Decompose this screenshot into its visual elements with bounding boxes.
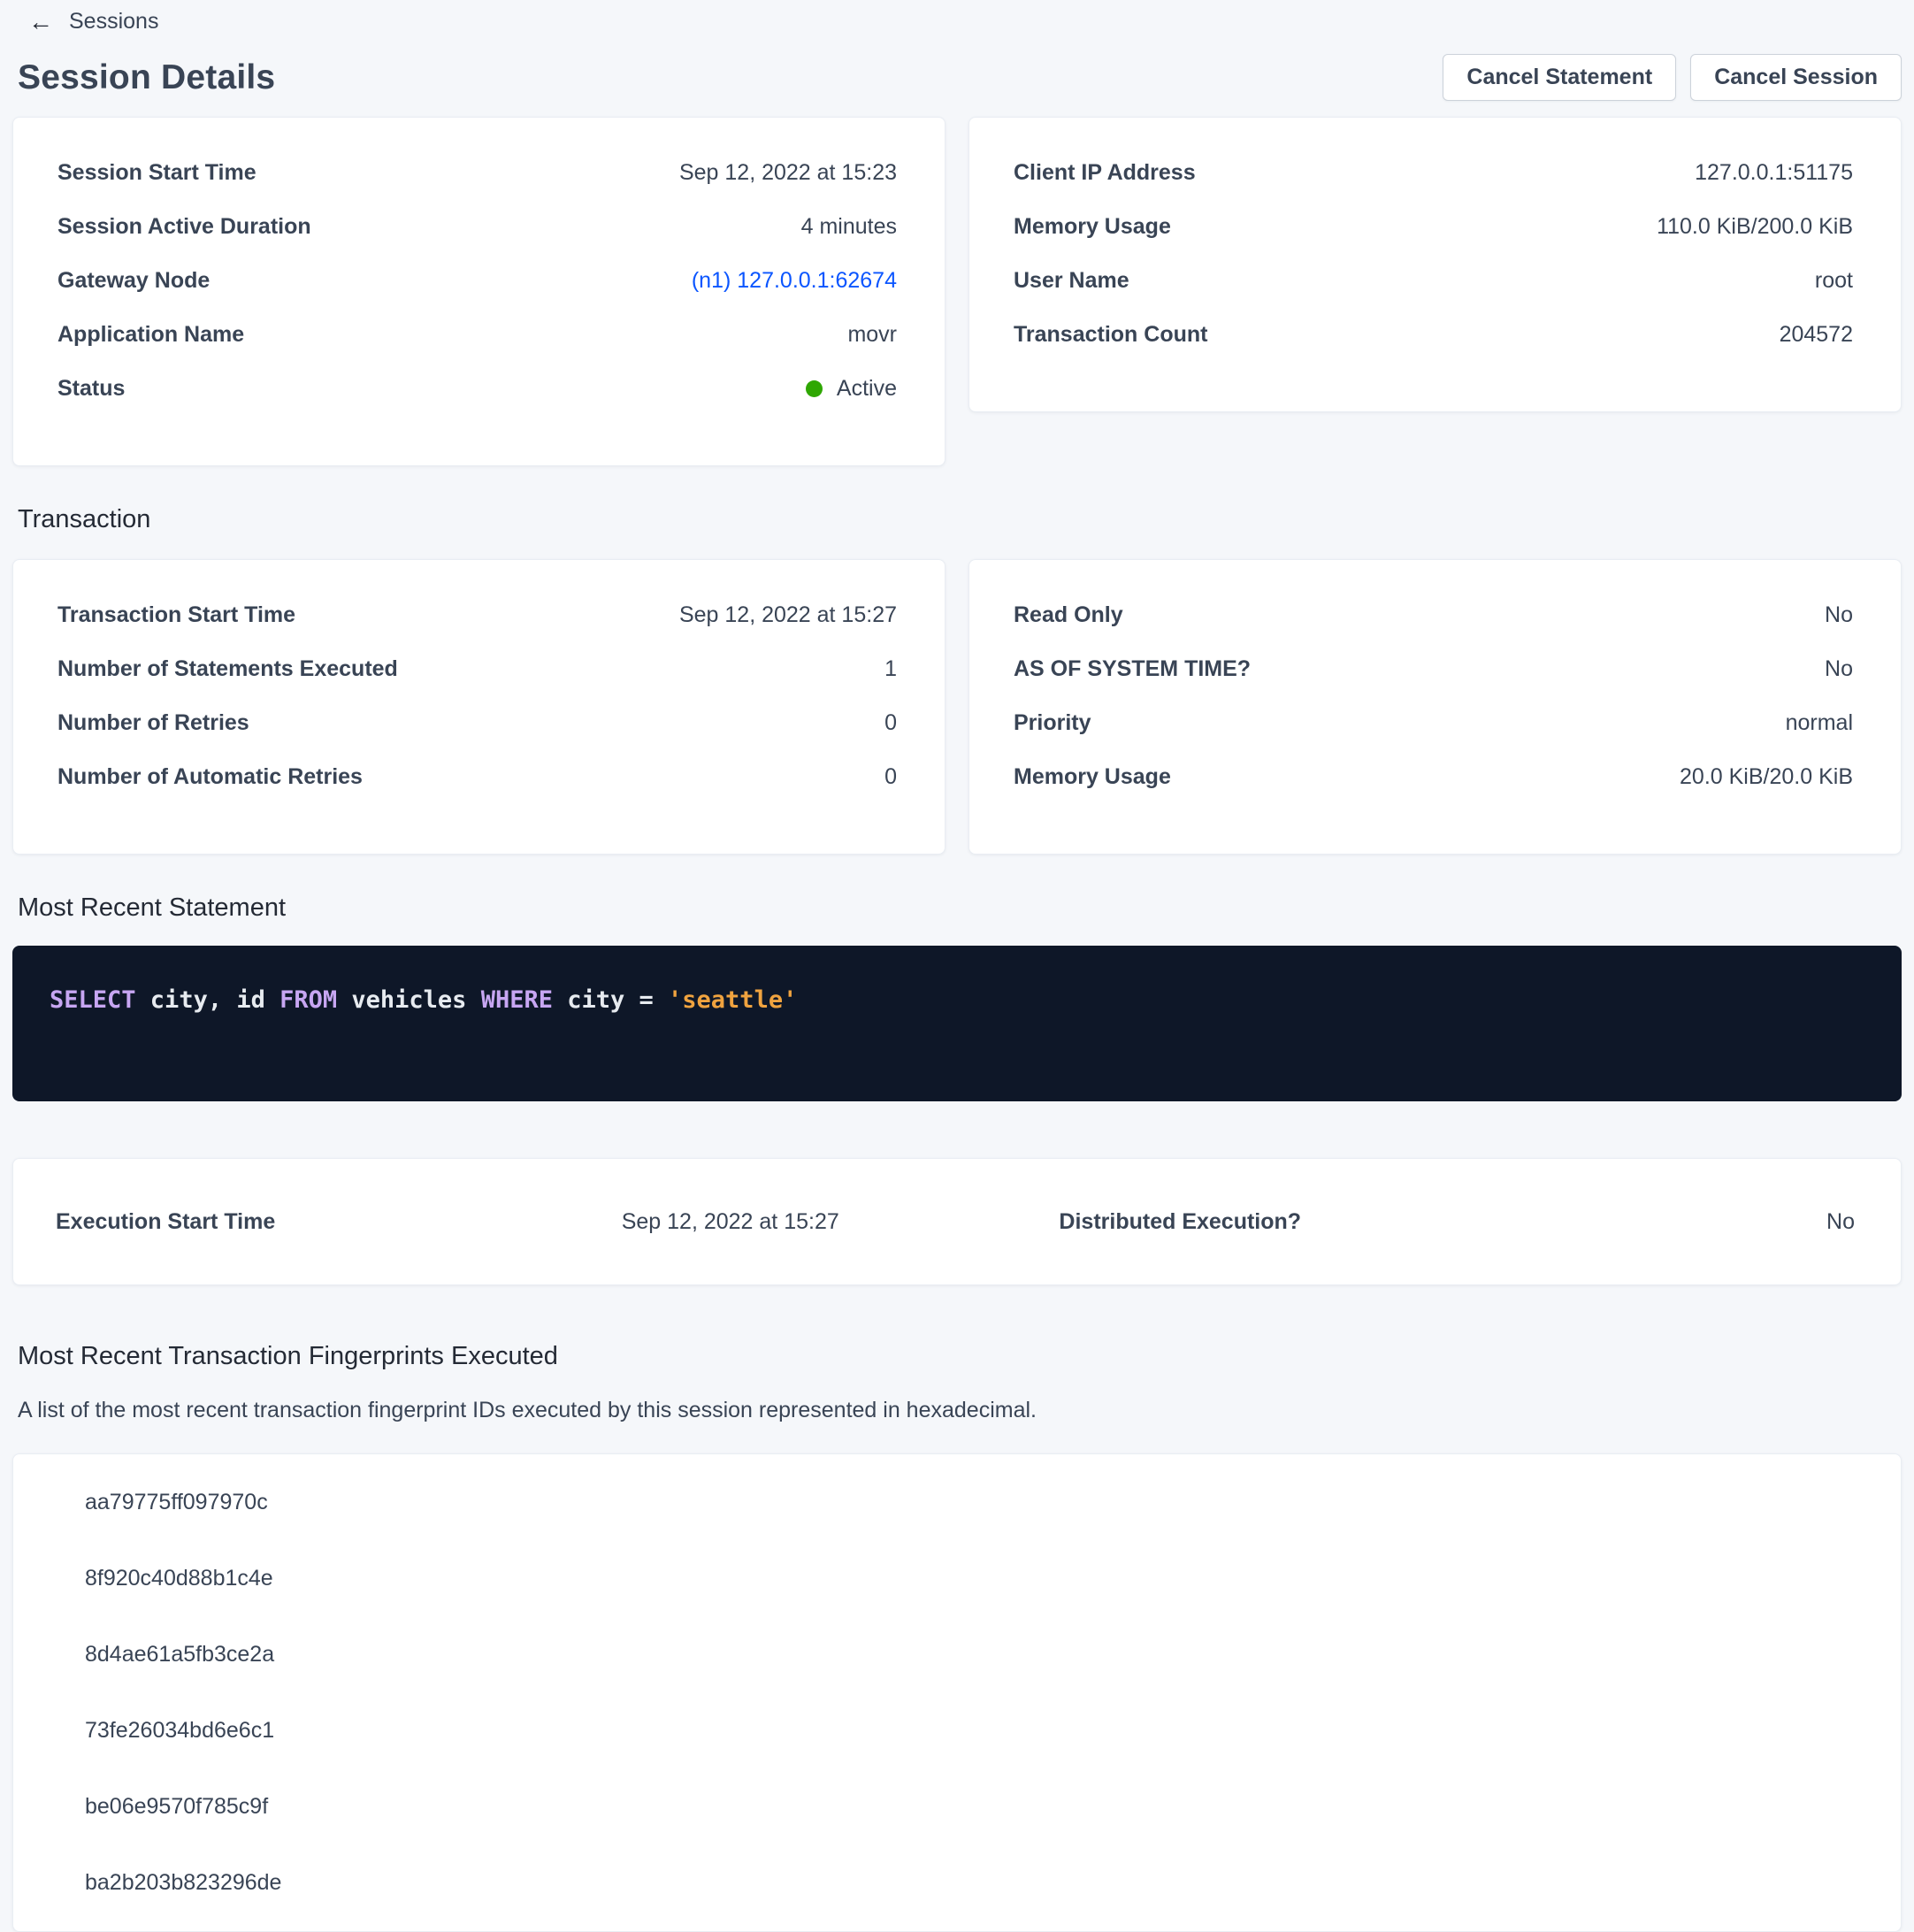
summary-row: Session Start Time Sep 12, 2022 at 15:23 xyxy=(57,146,897,200)
summary-row: Number of Statements Executed 1 xyxy=(57,642,897,696)
row-label: AS OF SYSTEM TIME? xyxy=(1014,656,1251,682)
summary-row: Number of Automatic Retries 0 xyxy=(57,750,897,804)
most-recent-statement-heading: Most Recent Statement xyxy=(18,893,1902,923)
row-label: Read Only xyxy=(1014,602,1123,628)
row-value: 127.0.0.1:51175 xyxy=(1695,160,1853,186)
row-label: Session Active Duration xyxy=(57,214,311,240)
row-label: Memory Usage xyxy=(1014,214,1171,240)
row-label: User Name xyxy=(1014,268,1129,294)
summary-row: Read Only No xyxy=(1014,588,1853,642)
sql-keyword: FROM xyxy=(279,986,337,1014)
summary-row: Gateway Node (n1) 127.0.0.1:62674 xyxy=(57,254,897,308)
sql-statement-box: SELECT city, id FROM vehicles WHERE city… xyxy=(12,946,1902,1101)
row-value: 110.0 KiB/200.0 KiB xyxy=(1657,214,1853,240)
row-label: Memory Usage xyxy=(1014,764,1171,790)
breadcrumb-label: Sessions xyxy=(69,9,158,34)
session-summary-card-left: Session Start Time Sep 12, 2022 at 15:23… xyxy=(12,117,946,466)
header-actions: Cancel Statement Cancel Session xyxy=(1443,54,1902,101)
status-active-dot xyxy=(806,380,823,397)
row-label: Status xyxy=(57,376,125,402)
sql-keyword: WHERE xyxy=(481,986,553,1014)
row-value: 20.0 KiB/20.0 KiB xyxy=(1680,764,1853,790)
summary-row: Status Active xyxy=(57,362,897,416)
summary-row: Memory Usage 20.0 KiB/20.0 KiB xyxy=(1014,750,1853,804)
fingerprint-list-item: 8f920c40d88b1c4e xyxy=(85,1540,1901,1616)
row-label: Transaction Start Time xyxy=(57,602,295,628)
summary-row: Transaction Start Time Sep 12, 2022 at 1… xyxy=(57,588,897,642)
row-label: Session Start Time xyxy=(57,160,256,186)
summary-row: AS OF SYSTEM TIME? No xyxy=(1014,642,1853,696)
session-details-page: ← Sessions Session Details Cancel Statem… xyxy=(0,0,1914,1932)
fingerprint-list-item: ba2b203b823296de xyxy=(85,1844,1901,1920)
gateway-node-link[interactable]: (n1) 127.0.0.1:62674 xyxy=(692,268,897,293)
fingerprint-list-item: 8d4ae61a5fb3ce2a xyxy=(85,1616,1901,1692)
sql-text: city = xyxy=(553,986,668,1014)
fingerprint-list-item: be06e9570f785c9f xyxy=(85,1768,1901,1844)
transaction-card-right: Read Only No AS OF SYSTEM TIME? No Prior… xyxy=(968,559,1902,855)
row-value: No xyxy=(1825,656,1853,682)
status-value: Active xyxy=(806,376,897,402)
summary-row: Application Name movr xyxy=(57,308,897,362)
summary-row: Priority normal xyxy=(1014,696,1853,750)
summary-row: Session Active Duration 4 minutes xyxy=(57,200,897,254)
row-value: Sep 12, 2022 at 15:27 xyxy=(679,602,897,628)
row-value: Sep 12, 2022 at 15:23 xyxy=(679,160,897,186)
row-value: 4 minutes xyxy=(801,214,897,240)
status-badge: Active xyxy=(837,376,897,402)
sql-statement: SELECT city, id FROM vehicles WHERE city… xyxy=(50,985,1864,1016)
fingerprints-description: A list of the most recent transaction fi… xyxy=(18,1398,1902,1423)
execution-start-time-value: Sep 12, 2022 at 15:27 xyxy=(506,1209,956,1235)
page-header: Session Details Cancel Statement Cancel … xyxy=(18,54,1902,101)
distributed-execution-label: Distributed Execution? xyxy=(955,1209,1405,1235)
transaction-section-heading: Transaction xyxy=(18,505,1902,534)
session-summary-cards: Session Start Time Sep 12, 2022 at 15:23… xyxy=(12,117,1902,466)
row-value: movr xyxy=(847,322,897,348)
fingerprints-card: aa79775ff097970c 8f920c40d88b1c4e 8d4ae6… xyxy=(12,1453,1902,1932)
row-label: Transaction Count xyxy=(1014,322,1207,348)
page-title: Session Details xyxy=(18,58,275,97)
summary-row: Client IP Address 127.0.0.1:51175 xyxy=(1014,146,1853,200)
execution-start-time-label: Execution Start Time xyxy=(56,1209,506,1235)
transaction-cards: Transaction Start Time Sep 12, 2022 at 1… xyxy=(12,559,1902,855)
distributed-execution-value: No xyxy=(1405,1209,1856,1235)
cancel-session-button[interactable]: Cancel Session xyxy=(1690,54,1902,101)
session-summary-card-right: Client IP Address 127.0.0.1:51175 Memory… xyxy=(968,117,1902,412)
row-label: Number of Statements Executed xyxy=(57,656,398,682)
cancel-statement-button[interactable]: Cancel Statement xyxy=(1443,54,1676,101)
row-value: root xyxy=(1815,268,1853,294)
summary-row: User Name root xyxy=(1014,254,1853,308)
row-label: Number of Automatic Retries xyxy=(57,764,363,790)
row-label: Priority xyxy=(1014,710,1091,736)
transaction-card-left: Transaction Start Time Sep 12, 2022 at 1… xyxy=(12,559,946,855)
row-label: Number of Retries xyxy=(57,710,249,736)
execution-summary-card: Execution Start Time Sep 12, 2022 at 15:… xyxy=(12,1158,1902,1285)
row-value: No xyxy=(1825,602,1853,628)
sql-text: vehicles xyxy=(337,986,481,1014)
summary-row: Number of Retries 0 xyxy=(57,696,897,750)
summary-row: Memory Usage 110.0 KiB/200.0 KiB xyxy=(1014,200,1853,254)
fingerprints-section-heading: Most Recent Transaction Fingerprints Exe… xyxy=(18,1342,1902,1371)
fingerprint-list-item: 73fe26034bd6e6c1 xyxy=(85,1692,1901,1768)
back-to-sessions-link[interactable]: ← Sessions xyxy=(28,9,158,34)
row-label: Gateway Node xyxy=(57,268,210,294)
row-value: normal xyxy=(1786,710,1853,736)
sql-string-literal: 'seattle' xyxy=(668,986,797,1014)
sql-text: city, id xyxy=(136,986,280,1014)
sql-keyword: SELECT xyxy=(50,986,136,1014)
row-label: Application Name xyxy=(57,322,244,348)
row-label: Client IP Address xyxy=(1014,160,1196,186)
row-value: 204572 xyxy=(1780,322,1853,348)
fingerprint-list-item: aa79775ff097970c xyxy=(85,1464,1901,1540)
summary-row: Transaction Count 204572 xyxy=(1014,308,1853,362)
row-value: 0 xyxy=(884,764,897,790)
row-value: 1 xyxy=(884,656,897,682)
arrow-left-icon: ← xyxy=(28,10,53,34)
row-value: 0 xyxy=(884,710,897,736)
